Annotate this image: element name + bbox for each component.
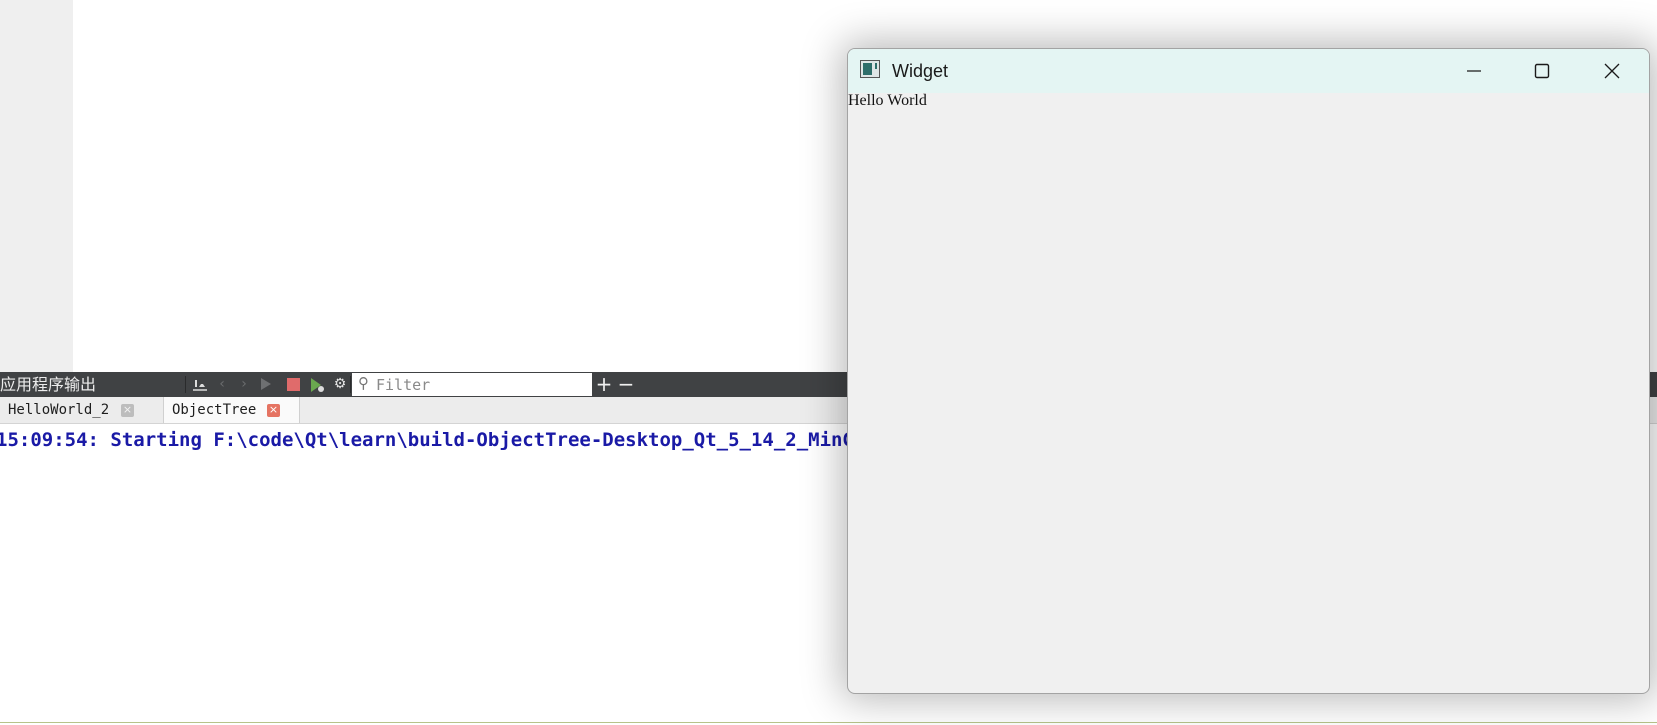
maximize-button[interactable] xyxy=(1508,49,1576,93)
clear-icon[interactable] xyxy=(190,372,210,397)
output-pane-title: 应用程序输出 xyxy=(0,375,97,394)
toolbar-separator xyxy=(350,376,351,393)
window-title: Widget xyxy=(892,61,949,81)
filter-input[interactable] xyxy=(376,375,586,394)
tab-helloworld-2[interactable]: HelloWorld_2 × xyxy=(0,397,150,423)
stop-icon[interactable] xyxy=(283,372,303,397)
tab-objecttree[interactable]: ObjectTree × xyxy=(163,397,300,423)
run-icon[interactable] xyxy=(256,372,276,397)
app-icon xyxy=(860,60,880,78)
next-icon[interactable]: › xyxy=(234,372,254,397)
tab-label: ObjectTree xyxy=(172,402,257,418)
widget-window[interactable]: Widget Hello World xyxy=(847,48,1650,694)
zoom-in-icon[interactable]: + xyxy=(594,372,614,397)
filter-field[interactable]: ⚲ xyxy=(352,373,592,396)
maximize-icon xyxy=(1534,63,1550,79)
close-button[interactable] xyxy=(1578,49,1646,93)
line-number-gutter xyxy=(0,0,73,372)
zoom-out-icon[interactable]: − xyxy=(616,372,636,397)
search-icon: ⚲ xyxy=(358,374,369,392)
window-titlebar[interactable]: Widget xyxy=(848,49,1649,93)
previous-icon[interactable]: ‹ xyxy=(212,372,232,397)
minimize-button[interactable] xyxy=(1440,49,1508,93)
debug-run-icon[interactable] xyxy=(307,372,327,397)
toolbar-separator xyxy=(185,376,186,393)
tab-label: HelloWorld_2 xyxy=(8,402,110,418)
settings-icon[interactable]: ⚙ xyxy=(330,372,350,397)
hello-world-label: Hello World xyxy=(848,92,927,109)
close-icon xyxy=(1604,63,1620,79)
minimize-icon xyxy=(1467,70,1481,72)
close-icon[interactable]: × xyxy=(267,404,280,417)
close-icon[interactable]: × xyxy=(121,404,134,417)
